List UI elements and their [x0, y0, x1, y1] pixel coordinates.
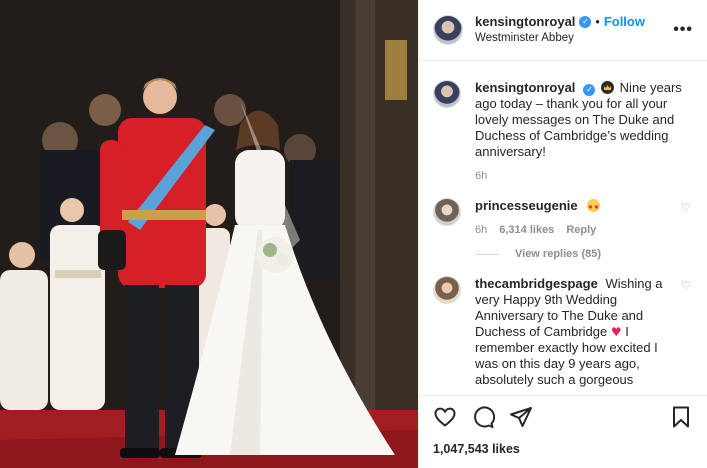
- action-icons: [433, 404, 693, 430]
- comment-body: princesseugenie 6h 6,314 likes Reply: [475, 198, 681, 236]
- verified-badge-icon: ✓: [583, 84, 596, 96]
- likes-count[interactable]: 1,047,543 likes: [433, 442, 693, 456]
- crown-emoji-icon: [601, 81, 615, 94]
- comment-icon[interactable]: [471, 405, 495, 429]
- comments-list[interactable]: kensingtonroyal ✓ Nine years ago today – …: [419, 62, 707, 395]
- instagram-post: kensingtonroyal ✓ • Follow Westminster A…: [0, 0, 707, 468]
- replies-divider: [475, 253, 499, 255]
- post-header: kensingtonroyal ✓ • Follow Westminster A…: [419, 0, 707, 61]
- wedding-photo-illustration: [0, 0, 418, 468]
- comment-likes[interactable]: 6,314 likes: [499, 224, 554, 236]
- location-link[interactable]: Westminster Abbey: [475, 30, 673, 46]
- heart-eyes-emoji-icon: [587, 199, 601, 216]
- author-avatar[interactable]: [433, 15, 463, 45]
- heart-icon[interactable]: [433, 405, 457, 429]
- comment-body: thecambridgespage Wishing a very Happy 9…: [475, 276, 681, 388]
- post-photo[interactable]: [0, 0, 418, 468]
- view-replies-button[interactable]: View replies (85): [475, 248, 693, 260]
- caption-body: kensingtonroyal ✓ Nine years ago today – …: [475, 80, 693, 182]
- commenter-avatar[interactable]: [433, 276, 461, 304]
- comment-username[interactable]: princesseugenie: [475, 198, 578, 213]
- comment-item: thecambridgespage Wishing a very Happy 9…: [433, 276, 693, 388]
- caption-text: kensingtonroyal ✓ Nine years ago today – …: [475, 80, 693, 160]
- more-options-icon[interactable]: •••: [673, 21, 693, 39]
- header-line: kensingtonroyal ✓ • Follow: [475, 14, 673, 30]
- caption: kensingtonroyal ✓ Nine years ago today – …: [433, 80, 693, 182]
- comment-meta: 6h 6,314 likes Reply: [475, 224, 681, 236]
- caption-meta: 6h: [475, 170, 693, 182]
- header-text: kensingtonroyal ✓ • Follow Westminster A…: [475, 14, 673, 46]
- caption-username[interactable]: kensingtonroyal: [475, 80, 575, 95]
- red-heart-emoji-icon: ♥: [610, 325, 622, 339]
- verified-badge-icon: ✓: [579, 16, 592, 28]
- follow-button[interactable]: Follow: [604, 14, 645, 30]
- bookmark-icon[interactable]: [669, 405, 693, 429]
- comment-like-heart-icon[interactable]: ♡: [681, 201, 693, 214]
- comment-item: princesseugenie 6h 6,314 likes Reply ♡: [433, 198, 693, 236]
- post-actions: 1,047,543 likes: [419, 395, 707, 468]
- author-username[interactable]: kensingtonroyal: [475, 14, 575, 30]
- reply-button[interactable]: Reply: [566, 224, 596, 236]
- caption-avatar[interactable]: [433, 80, 461, 108]
- caption-time[interactable]: 6h: [475, 170, 487, 182]
- share-icon[interactable]: [509, 405, 533, 429]
- separator-dot: •: [595, 15, 600, 29]
- comment-username[interactable]: thecambridgespage: [475, 276, 598, 291]
- post-side-panel: kensingtonroyal ✓ • Follow Westminster A…: [418, 0, 707, 468]
- comment-time[interactable]: 6h: [475, 224, 487, 236]
- comment-like-heart-icon[interactable]: ♡: [681, 279, 693, 292]
- commenter-avatar[interactable]: [433, 198, 461, 226]
- view-replies-label: View replies (85): [515, 248, 602, 260]
- comment-text: princesseugenie: [475, 198, 681, 216]
- comment-text: thecambridgespage Wishing a very Happy 9…: [475, 276, 681, 388]
